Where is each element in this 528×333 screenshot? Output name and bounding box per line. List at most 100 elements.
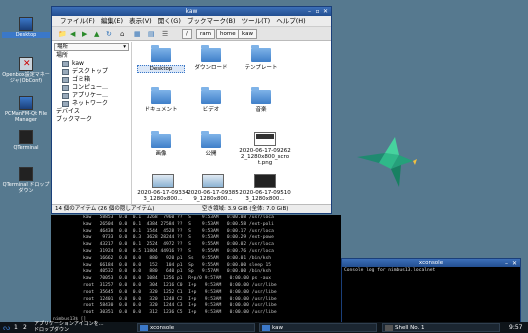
terminal-dropdown-app-icon: [19, 167, 33, 181]
terminal-line: kaw 16662 0.0 0.0 880 920 p1 Ss 9:55AM 0…: [83, 255, 272, 261]
taskbar-window-xconsole[interactable]: xconsole: [137, 323, 255, 332]
xconsole-window[interactable]: xconsole – ✕ Console log for nimbus13.lo…: [341, 258, 521, 325]
window-icon: [262, 325, 270, 331]
file-item[interactable]: 2020-06-17-093859_1280x800...: [187, 174, 239, 202]
path-button-root[interactable]: /: [182, 29, 192, 39]
terminal-line: root 35645 0.0 0.0 320 1252 C1 I+p 9:53A…: [83, 289, 277, 295]
terminal-line: kaw 31924 0.0 0.5 11804 44916 ?? S 9:55A…: [83, 248, 274, 254]
sidebar-item-computer[interactable]: コンピュー…: [52, 84, 131, 92]
desktop-icon-obconf[interactable]: ✕ Openbox設定マネージャ(ObConf): [2, 57, 50, 84]
taskbar-window-kaw[interactable]: kaw: [259, 323, 377, 332]
sidebar-item-trash[interactable]: ゴミ箱: [52, 76, 131, 84]
desktop-icon-qterminal-dropdown[interactable]: QTerminal ドロップダウン: [2, 167, 50, 194]
folder-icon: [151, 45, 171, 62]
file-item[interactable]: 2020-06-17-093343_1280x800...: [137, 174, 189, 202]
computer-icon: [62, 84, 69, 91]
folder-icon: [201, 87, 221, 104]
places-header: 場所: [56, 52, 69, 59]
menu-help[interactable]: ヘルプ(H): [276, 17, 305, 25]
file-item[interactable]: 2020-06-17-095103_1280x800...: [239, 174, 291, 202]
terminal-app-icon: [19, 130, 33, 144]
workspace-2-button[interactable]: 2: [23, 322, 27, 333]
sidebar-item-kaw[interactable]: kaw: [52, 60, 131, 68]
window-title: kaw: [185, 8, 198, 15]
menu-go[interactable]: 開く(G): [158, 17, 181, 25]
menu-bookmarks[interactable]: ブックマーク(B): [187, 17, 236, 25]
network-icon: [62, 100, 69, 107]
file-item[interactable]: 画像: [137, 131, 185, 157]
image-thumbnail: [152, 174, 174, 188]
menu-tools[interactable]: ツール(T): [242, 17, 271, 25]
maximize-icon[interactable]: ▫: [314, 8, 321, 15]
file-item[interactable]: ドキュメント: [137, 87, 185, 113]
devices-header: デバイス: [56, 108, 80, 115]
menu-view[interactable]: 表示(V): [129, 17, 152, 25]
terminal-window[interactable]: kaw 58853 0.0 0.1 3268 7960 ?? S 9:53AM …: [51, 215, 341, 325]
file-manager-titlebar[interactable]: kaw – ▫ ✕: [52, 7, 331, 16]
file-view[interactable]: Desktop ダウンロード テンプレート ドキュメント ビデオ 音楽 画像 公…: [133, 42, 331, 206]
bookmarks-header: ブックマーク: [56, 116, 93, 123]
start-menu-icon[interactable]: ᔓ: [3, 322, 10, 333]
taskbar-window-shell[interactable]: Shell No. 1: [382, 323, 500, 332]
file-item[interactable]: ビデオ: [187, 87, 235, 113]
side-pane: 場所 ▾ 場所 kaw デスクトップ ゴミ箱 コンピュー… アプリケー… ネット…: [52, 42, 132, 206]
sidebar-item-applications[interactable]: アプリケー…: [52, 92, 131, 100]
minimize-icon[interactable]: –: [503, 260, 510, 267]
new-folder-icon[interactable]: 📁: [58, 29, 67, 39]
forward-arrow-icon[interactable]: ▶: [82, 29, 87, 39]
terminal-line: root 30351 0.0 0.0 312 1236 C5 I+p 9:53A…: [83, 310, 277, 316]
workspace-1-button[interactable]: 1: [14, 322, 18, 333]
close-icon[interactable]: ✕: [511, 260, 518, 267]
desktop-icon-pcmanfm[interactable]: PCManFM-Qt File Manager: [2, 96, 50, 123]
close-icon[interactable]: ✕: [322, 8, 329, 15]
file-item[interactable]: 2020-06-17-092622_1280x800_scrot.png: [239, 132, 291, 166]
chevron-down-icon: ▾: [123, 44, 126, 50]
compact-view-icon[interactable]: ☰: [162, 29, 168, 39]
applications-icon: [62, 92, 69, 99]
file-item[interactable]: 公開: [187, 131, 235, 157]
file-item[interactable]: ダウンロード: [187, 45, 235, 71]
minimize-icon[interactable]: –: [306, 8, 313, 15]
menu-edit[interactable]: 編集(E): [101, 17, 123, 25]
window-icon: [140, 325, 148, 331]
home-icon[interactable]: ⌂: [120, 29, 124, 39]
desktop-folder-icon: [19, 17, 33, 31]
free-space: 空き領域: 3.9 GiB (全体: 7.0 GiB): [202, 206, 289, 212]
image-thumbnail: [202, 174, 224, 188]
terminal-line: kaw 70053 0.0 0.0 1084 1256 p1 R+p/0 9:5…: [83, 276, 272, 282]
folder-icon: [201, 45, 221, 62]
folder-icon: [251, 87, 271, 104]
file-item[interactable]: テンプレート: [237, 45, 285, 71]
folder-icon: [151, 131, 171, 148]
terminal-line: root 31257 0.0 0.0 304 1216 C0 I+p 9:53A…: [83, 282, 277, 288]
file-manager-app-icon: [19, 96, 33, 110]
menu-bar: ファイル(F) 編集(E) 表示(V) 開く(G) ブックマーク(B) ツール(…: [52, 16, 331, 27]
menu-file[interactable]: ファイル(F): [60, 17, 95, 25]
path-button-home[interactable]: home: [216, 29, 240, 39]
folder-icon: [201, 131, 221, 148]
desktop-icon-desktop[interactable]: Desktop: [2, 17, 50, 38]
sidebar-item-network[interactable]: ネットワーク: [52, 100, 131, 108]
file-item[interactable]: 音楽: [237, 87, 285, 113]
path-button-ram[interactable]: ram: [196, 29, 215, 39]
thumbnail-view-icon[interactable]: ▤: [148, 29, 155, 39]
reload-icon[interactable]: ↻: [106, 29, 112, 39]
trash-icon: [62, 76, 69, 83]
path-button-kaw[interactable]: kaw: [238, 29, 257, 39]
xconsole-titlebar[interactable]: xconsole – ✕: [342, 259, 520, 267]
toolbar: 📁 ◀ ▶ ▲ ↻ ⌂ ▦ ▤ ☰ / ram home kaw: [52, 27, 331, 41]
image-thumbnail: [254, 132, 276, 146]
terminal-line: kaw 58853 0.0 0.1 3268 7960 ?? S 9:53AM …: [83, 215, 274, 220]
icon-view-icon[interactable]: ▦: [134, 29, 141, 39]
up-arrow-icon[interactable]: ▲: [94, 29, 99, 39]
side-pane-mode-select[interactable]: 場所 ▾: [54, 43, 129, 51]
desktop-icon-qterminal[interactable]: QTerminal: [2, 130, 50, 151]
settings-app-icon: ✕: [19, 57, 33, 71]
sidebar-item-desktop[interactable]: デスクトップ: [52, 68, 131, 76]
back-arrow-icon[interactable]: ◀: [70, 29, 75, 39]
window-title: xconsole: [418, 260, 444, 266]
app-menu-button[interactable]: アプリケーションアイコンを… ドロップダウン: [34, 321, 104, 333]
file-item[interactable]: Desktop: [137, 45, 185, 73]
status-bar: 14 個のアイテム (26 個の隠しアイテム) 空き領域: 3.9 GiB (全…: [52, 204, 331, 213]
file-manager-window[interactable]: kaw – ▫ ✕ ファイル(F) 編集(E) 表示(V) 開く(G) ブックマ…: [51, 6, 332, 214]
